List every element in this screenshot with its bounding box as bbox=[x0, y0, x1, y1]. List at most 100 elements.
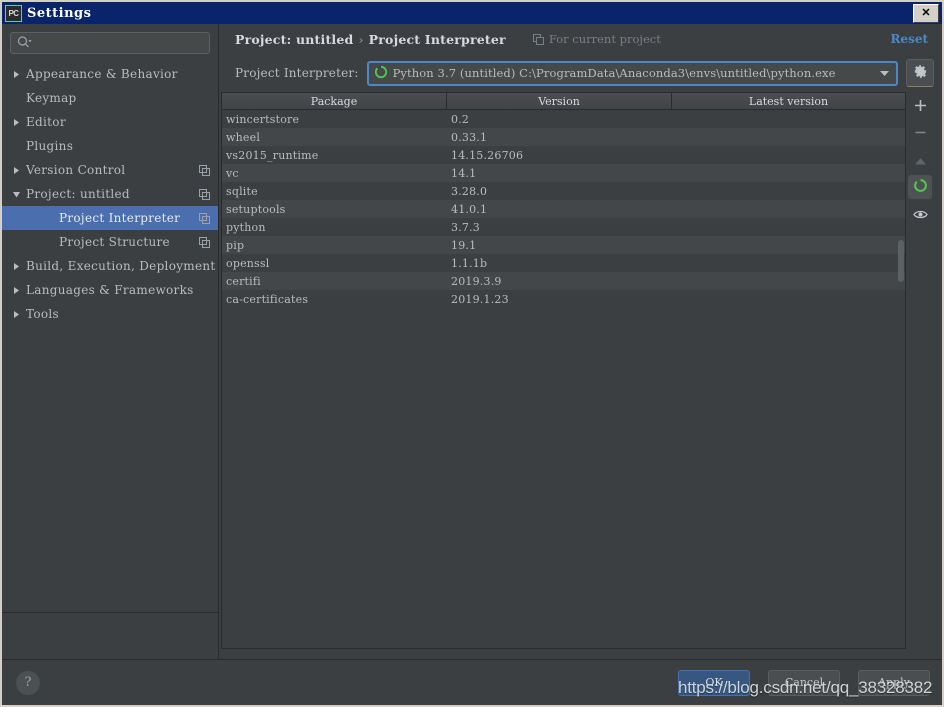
sidebar-item-project-untitled[interactable]: Project: untitled bbox=[2, 182, 218, 206]
uninstall-package-button[interactable] bbox=[908, 121, 932, 145]
chevron-right-icon[interactable] bbox=[12, 70, 26, 79]
cell-package: wheel bbox=[226, 130, 261, 144]
cell-version: 2019.3.9 bbox=[451, 274, 502, 288]
cancel-button[interactable]: Cancel bbox=[768, 669, 840, 696]
settings-sidebar: Appearance & Behavior Keymap Editor Plugins… bbox=[2, 24, 219, 659]
help-button[interactable]: ? bbox=[16, 670, 40, 695]
settings-window: PC Settings ✕ Appearance & Behavior Keym… bbox=[0, 0, 944, 707]
interpreter-dropdown[interactable]: Python 3.7 (untitled) C:\ProgramData\Ana… bbox=[366, 60, 898, 86]
minus-icon bbox=[914, 124, 927, 143]
table-row[interactable]: vc 14.1 bbox=[222, 164, 905, 182]
table-row[interactable]: setuptools 41.0.1 bbox=[222, 200, 905, 218]
chevron-right-icon[interactable] bbox=[12, 262, 26, 271]
chevron-down-icon[interactable] bbox=[874, 69, 894, 77]
upgrade-package-button[interactable] bbox=[908, 148, 932, 172]
search-icon bbox=[17, 34, 32, 53]
packages-table: Package Version Latest version wincertstor… bbox=[221, 92, 906, 649]
sidebar-item-label: Appearance & Behavior bbox=[26, 67, 178, 81]
chevron-right-icon[interactable] bbox=[12, 118, 26, 127]
sidebar-item-editor[interactable]: Editor bbox=[2, 110, 218, 134]
table-row[interactable]: pip 19.1 bbox=[222, 236, 905, 254]
table-row[interactable]: openssl 1.1.1b bbox=[222, 254, 905, 272]
title-bar: PC Settings ✕ bbox=[2, 2, 942, 24]
cell-package: vc bbox=[226, 166, 239, 180]
show-early-releases-button[interactable] bbox=[908, 202, 932, 226]
search-container bbox=[2, 24, 218, 58]
cell-package: sqlite bbox=[226, 184, 258, 198]
table-header-package[interactable]: Package bbox=[222, 93, 447, 109]
breadcrumb-separator: › bbox=[358, 31, 364, 47]
apply-button[interactable]: Apply bbox=[858, 669, 930, 696]
close-icon[interactable]: ✕ bbox=[913, 4, 939, 23]
table-row[interactable]: python 3.7.3 bbox=[222, 218, 905, 236]
chevron-right-icon[interactable] bbox=[12, 310, 26, 319]
cell-version: 41.0.1 bbox=[451, 202, 488, 216]
cell-package: python bbox=[226, 220, 266, 234]
chevron-right-icon[interactable] bbox=[12, 166, 26, 175]
breadcrumb-root[interactable]: Project: untitled bbox=[235, 32, 353, 47]
python-env-icon bbox=[374, 64, 388, 83]
chevron-down-icon[interactable] bbox=[12, 190, 26, 199]
main-pane: Project: untitled › Project Interpreter Fo… bbox=[219, 24, 942, 659]
cell-version: 0.2 bbox=[451, 112, 470, 126]
sidebar-footer-spacer bbox=[2, 612, 218, 659]
table-row[interactable]: vs2015_runtime 14.15.26706 bbox=[222, 146, 905, 164]
install-package-button[interactable] bbox=[908, 94, 932, 118]
table-row[interactable]: certifi 2019.3.9 bbox=[222, 272, 905, 290]
interpreter-settings-button[interactable] bbox=[906, 59, 934, 87]
scope-note-label: For current project bbox=[548, 32, 661, 46]
sidebar-item-label: Tools bbox=[26, 307, 60, 321]
sidebar-item-project-interpreter[interactable]: Project Interpreter bbox=[2, 206, 218, 230]
breadcrumb-row: Project: untitled › Project Interpreter Fo… bbox=[219, 24, 942, 54]
conda-env-button[interactable] bbox=[908, 175, 932, 199]
sidebar-item-languages-frameworks[interactable]: Languages & Frameworks bbox=[2, 278, 218, 302]
copy-icon bbox=[199, 188, 210, 200]
cell-version: 3.7.3 bbox=[451, 220, 480, 234]
sidebar-item-tools[interactable]: Tools bbox=[2, 302, 218, 326]
table-header-row: Package Version Latest version bbox=[222, 93, 905, 110]
sidebar-item-label: Build, Execution, Deployment bbox=[26, 259, 216, 273]
copy-icon bbox=[199, 164, 210, 176]
footer-buttons: OK Cancel Apply bbox=[678, 669, 930, 696]
search-box[interactable] bbox=[10, 32, 210, 54]
cell-package: certifi bbox=[226, 274, 261, 288]
search-input[interactable] bbox=[32, 35, 203, 51]
table-row[interactable]: wheel 0.33.1 bbox=[222, 128, 905, 146]
sidebar-item-label: Project Interpreter bbox=[59, 211, 181, 225]
table-row[interactable]: ca-certificates 2019.1.23 bbox=[222, 290, 905, 308]
vertical-scrollbar-thumb[interactable] bbox=[898, 240, 904, 282]
sidebar-item-project-structure[interactable]: Project Structure bbox=[2, 230, 218, 254]
settings-tree: Appearance & Behavior Keymap Editor Plugins… bbox=[2, 58, 218, 612]
sidebar-item-appearance-behavior[interactable]: Appearance & Behavior bbox=[2, 62, 218, 86]
cell-version: 2019.1.23 bbox=[451, 292, 509, 306]
interpreter-row: Project Interpreter: Python 3.7 (untitle… bbox=[219, 54, 942, 92]
sidebar-item-keymap[interactable]: Keymap bbox=[2, 86, 218, 110]
cell-version: 0.33.1 bbox=[451, 130, 488, 144]
sidebar-item-label: Languages & Frameworks bbox=[26, 283, 194, 297]
sidebar-item-label: Version Control bbox=[26, 163, 126, 177]
window-title: Settings bbox=[27, 5, 92, 21]
sidebar-item-label: Project Structure bbox=[59, 235, 170, 249]
table-row[interactable]: sqlite 3.28.0 bbox=[222, 182, 905, 200]
ok-button[interactable]: OK bbox=[678, 669, 750, 696]
breadcrumb-leaf: Project Interpreter bbox=[368, 31, 506, 47]
gear-icon bbox=[913, 64, 928, 83]
copy-icon bbox=[199, 236, 210, 248]
scope-note: For current project bbox=[532, 30, 661, 49]
arrow-up-icon bbox=[914, 151, 927, 170]
cell-package: ca-certificates bbox=[226, 292, 309, 306]
copy-icon bbox=[199, 212, 210, 224]
cell-version: 3.28.0 bbox=[451, 184, 488, 198]
sidebar-item-plugins[interactable]: Plugins bbox=[2, 134, 218, 158]
table-header-latest-version[interactable]: Latest version bbox=[672, 93, 905, 109]
table-header-version[interactable]: Version bbox=[447, 93, 672, 109]
table-row[interactable]: wincertstore 0.2 bbox=[222, 110, 905, 128]
copy-icon bbox=[532, 30, 544, 49]
reset-link[interactable]: Reset bbox=[890, 32, 928, 46]
cell-package: openssl bbox=[226, 256, 270, 270]
sidebar-item-label: Editor bbox=[26, 115, 66, 129]
sidebar-item-build-execution-deployment[interactable]: Build, Execution, Deployment bbox=[2, 254, 218, 278]
chevron-right-icon[interactable] bbox=[12, 286, 26, 295]
sidebar-item-version-control[interactable]: Version Control bbox=[2, 158, 218, 182]
interpreter-label: Project Interpreter: bbox=[235, 66, 359, 80]
